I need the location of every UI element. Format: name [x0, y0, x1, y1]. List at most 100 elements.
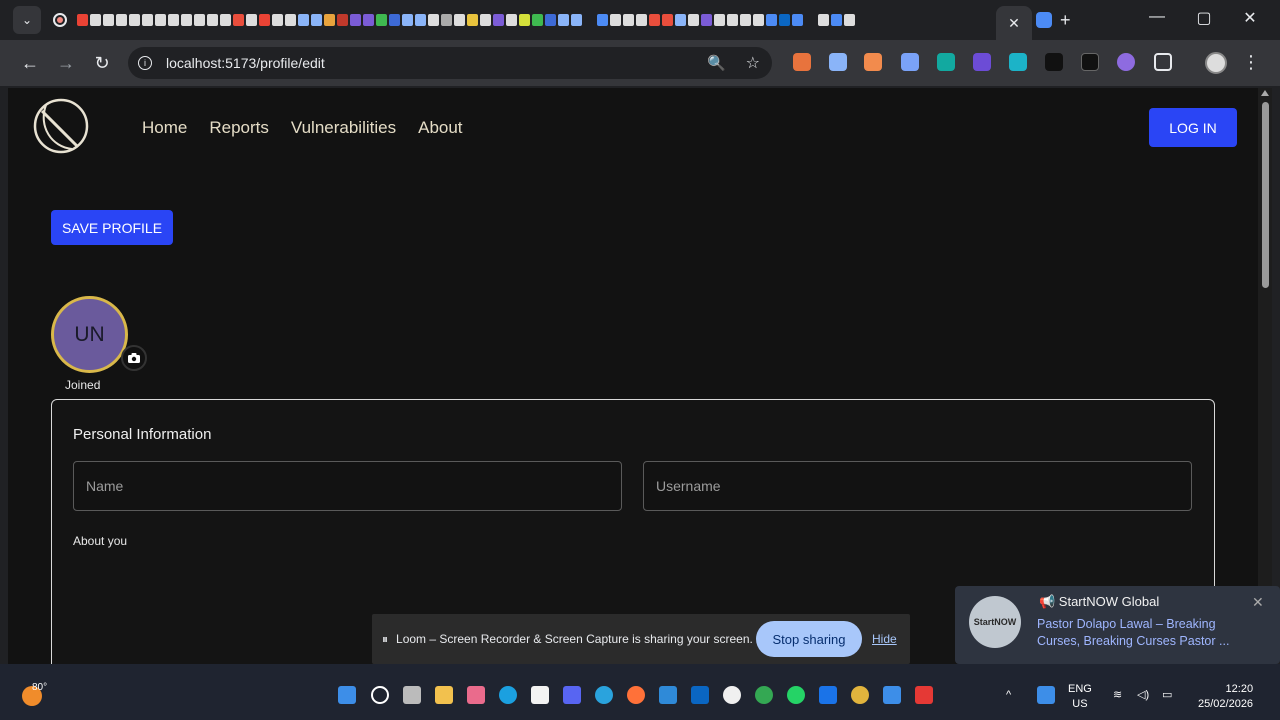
tab-favicon[interactable]	[753, 14, 764, 26]
tab-favicon[interactable]	[259, 14, 270, 26]
tab-favicon[interactable]	[324, 14, 335, 26]
change-photo-button[interactable]	[121, 345, 147, 371]
page-scrollbar[interactable]	[1258, 88, 1272, 664]
url-text[interactable]: localhost:5173/profile/edit	[166, 55, 325, 71]
tab-favicon[interactable]	[766, 14, 777, 26]
tab-favicon[interactable]	[493, 14, 504, 26]
discord-icon[interactable]	[563, 686, 581, 704]
extension-metamask-icon[interactable]	[793, 53, 811, 71]
tab-favicon[interactable]	[506, 14, 517, 26]
nav-link-home[interactable]: Home	[142, 118, 187, 138]
tab-favicon[interactable]	[571, 14, 582, 26]
forward-icon[interactable]: →	[48, 53, 84, 74]
extension-icon[interactable]	[829, 53, 847, 71]
tab-favicon[interactable]	[389, 14, 400, 26]
tab-favicon[interactable]	[168, 14, 179, 26]
minimize-icon[interactable]: —	[1134, 8, 1180, 26]
avatar[interactable]: UN	[51, 296, 128, 373]
store-icon[interactable]	[531, 686, 549, 704]
tab-favicon[interactable]	[701, 14, 712, 26]
edge-icon[interactable]	[499, 686, 517, 704]
vscode-icon[interactable]	[659, 686, 677, 704]
app-logo-icon[interactable]	[32, 97, 90, 155]
tab-favicon[interactable]	[415, 14, 426, 26]
extension-icon[interactable]	[1009, 53, 1027, 71]
nav-link-about[interactable]: About	[418, 118, 462, 138]
tab-favicon[interactable]	[129, 14, 140, 26]
extension-icon[interactable]	[864, 53, 882, 71]
telegram-icon[interactable]	[595, 686, 613, 704]
whatsapp-icon[interactable]	[787, 686, 805, 704]
extension-icon[interactable]	[1045, 53, 1063, 71]
tab-favicon[interactable]	[1036, 12, 1052, 28]
extensions-puzzle-icon[interactable]	[1154, 53, 1172, 71]
reload-icon[interactable]: ↻	[84, 53, 120, 74]
name-field[interactable]	[73, 461, 622, 511]
tab-favicon[interactable]	[818, 14, 829, 26]
tab-favicon[interactable]	[454, 14, 465, 26]
extension-icon[interactable]	[901, 53, 919, 71]
back-icon[interactable]: ←	[12, 53, 48, 74]
site-info-icon[interactable]: i	[138, 56, 152, 70]
mail-icon[interactable]	[819, 686, 837, 704]
start-windows-icon[interactable]	[338, 686, 356, 704]
tab-favicon[interactable]	[467, 14, 478, 26]
tab-favicon[interactable]	[285, 14, 296, 26]
tab-favicon[interactable]	[662, 14, 673, 26]
tab-favicon[interactable]	[610, 14, 621, 26]
linkedin-icon[interactable]	[691, 686, 709, 704]
extension-icon[interactable]	[973, 53, 991, 71]
wps-icon[interactable]	[915, 686, 933, 704]
extension-icon[interactable]	[1081, 53, 1099, 71]
tab-favicon[interactable]	[142, 14, 153, 26]
tab-favicon[interactable]	[727, 14, 738, 26]
wifi-icon[interactable]: ≋	[1113, 688, 1122, 703]
extension-icon[interactable]	[1117, 53, 1135, 71]
active-tab[interactable]: ✕	[996, 6, 1032, 40]
notification-close-icon[interactable]: ✕	[1252, 594, 1264, 611]
tab-favicon[interactable]	[220, 14, 231, 26]
tab-favicon[interactable]	[181, 14, 192, 26]
task-view-icon[interactable]	[403, 686, 421, 704]
drag-handle-icon[interactable]: ⏸	[382, 632, 388, 647]
chrome-menu-icon[interactable]: ⋮	[1242, 52, 1260, 73]
volume-icon[interactable]: ◁)	[1137, 688, 1149, 703]
language-indicator[interactable]: ENG US	[1068, 682, 1092, 712]
username-field[interactable]	[643, 461, 1192, 511]
tab-favicon[interactable]	[155, 14, 166, 26]
tab-favicon[interactable]	[402, 14, 413, 26]
tab-favicon[interactable]	[350, 14, 361, 26]
maximize-icon[interactable]: ▢	[1181, 8, 1227, 28]
profile-avatar-icon[interactable]	[1205, 52, 1227, 74]
firefox-icon[interactable]	[627, 686, 645, 704]
tab-favicon[interactable]	[233, 14, 244, 26]
copilot-icon[interactable]	[467, 686, 485, 704]
slack-icon[interactable]	[851, 686, 869, 704]
tab-favicon[interactable]	[558, 14, 569, 26]
tab-favicon[interactable]	[298, 14, 309, 26]
zoom-icon[interactable]: 🔍	[707, 54, 726, 72]
tab-favicon[interactable]	[77, 14, 88, 26]
login-button[interactable]: LOG IN	[1149, 108, 1237, 147]
tab-favicon[interactable]	[636, 14, 647, 26]
tab-favicon[interactable]	[623, 14, 634, 26]
clock[interactable]: 12:20 25/02/2026	[1198, 682, 1253, 712]
close-window-icon[interactable]: ✕	[1227, 8, 1273, 28]
hide-link[interactable]: Hide	[872, 632, 897, 646]
notification-body[interactable]: Pastor Dolapo Lawal – Breaking Curses, B…	[1037, 616, 1247, 650]
file-explorer-icon[interactable]	[435, 686, 453, 704]
tab-favicon[interactable]	[194, 14, 205, 26]
extension-icon[interactable]	[937, 53, 955, 71]
defender-icon[interactable]	[883, 686, 901, 704]
tab-favicon[interactable]	[207, 14, 218, 26]
tab-favicon[interactable]	[428, 14, 439, 26]
tab-favicon[interactable]	[532, 14, 543, 26]
bookmark-star-icon[interactable]: ☆	[746, 53, 760, 73]
tab-favicon[interactable]	[246, 14, 257, 26]
tab-favicon[interactable]	[519, 14, 530, 26]
tab-favicon[interactable]	[116, 14, 127, 26]
tab-favicon[interactable]	[337, 14, 348, 26]
tray-expand-icon[interactable]: ^	[1006, 688, 1011, 703]
tab-favicon[interactable]	[688, 14, 699, 26]
notification-toast[interactable]: StartNOW 📢 StartNOW Global Pastor Dolapo…	[955, 586, 1280, 664]
